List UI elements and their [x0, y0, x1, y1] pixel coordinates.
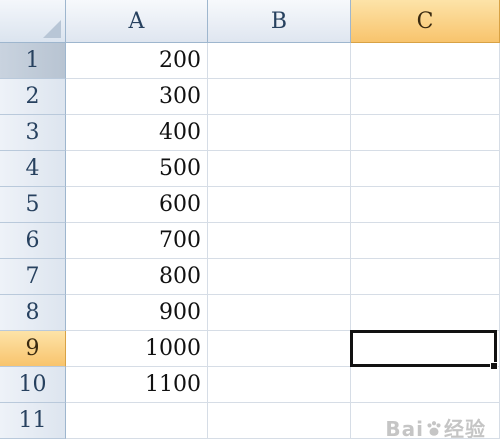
cell-c7[interactable]	[351, 259, 500, 295]
cell-b5[interactable]	[208, 187, 351, 223]
select-all-corner[interactable]	[0, 0, 66, 43]
row-header-2[interactable]: 2	[0, 79, 66, 115]
cell-a5[interactable]: 600	[66, 187, 208, 223]
row-header-5[interactable]: 5	[0, 187, 66, 223]
column-header-c[interactable]: C	[351, 0, 500, 43]
cell-c10[interactable]	[351, 367, 500, 403]
row-header-4[interactable]: 4	[0, 151, 66, 187]
cell-c1[interactable]	[351, 43, 500, 79]
cell-a2[interactable]: 300	[66, 79, 208, 115]
row-header-3[interactable]: 3	[0, 115, 66, 151]
cell-b4[interactable]	[208, 151, 351, 187]
cell-b10[interactable]	[208, 367, 351, 403]
cell-c4[interactable]	[351, 151, 500, 187]
cell-c8[interactable]	[351, 295, 500, 331]
cell-b7[interactable]	[208, 259, 351, 295]
cell-b6[interactable]	[208, 223, 351, 259]
cell-b9[interactable]	[208, 331, 351, 367]
row-header-6[interactable]: 6	[0, 223, 66, 259]
row-header-8[interactable]: 8	[0, 295, 66, 331]
cell-a9[interactable]: 1000	[66, 331, 208, 367]
cell-a10[interactable]: 1100	[66, 367, 208, 403]
select-all-triangle-icon	[43, 20, 61, 38]
cell-c5[interactable]	[351, 187, 500, 223]
cell-c2[interactable]	[351, 79, 500, 115]
row-header-1[interactable]: 1	[0, 43, 66, 79]
cell-a4[interactable]: 500	[66, 151, 208, 187]
active-cell-outline[interactable]	[350, 330, 497, 367]
cell-a11[interactable]	[66, 403, 208, 439]
cell-a1[interactable]: 200	[66, 43, 208, 79]
column-header-a[interactable]: A	[66, 0, 208, 43]
fill-handle[interactable]	[490, 362, 498, 370]
cell-b2[interactable]	[208, 79, 351, 115]
cell-b8[interactable]	[208, 295, 351, 331]
cell-b1[interactable]	[208, 43, 351, 79]
cell-b11[interactable]	[208, 403, 351, 439]
cell-a3[interactable]: 400	[66, 115, 208, 151]
row-header-11[interactable]: 11	[0, 403, 66, 439]
cell-a7[interactable]: 800	[66, 259, 208, 295]
spreadsheet-grid: Bai 经验 A B C 1 200 2 300 3 400 4 500 5 600 6 700 7 800 8 90…	[0, 0, 500, 444]
cell-c3[interactable]	[351, 115, 500, 151]
cell-c11[interactable]	[351, 403, 500, 439]
row-header-9[interactable]: 9	[0, 331, 66, 367]
cell-c6[interactable]	[351, 223, 500, 259]
cell-b3[interactable]	[208, 115, 351, 151]
column-header-b[interactable]: B	[208, 0, 351, 43]
row-header-10[interactable]: 10	[0, 367, 66, 403]
row-header-7[interactable]: 7	[0, 259, 66, 295]
cell-a8[interactable]: 900	[66, 295, 208, 331]
cell-a6[interactable]: 700	[66, 223, 208, 259]
